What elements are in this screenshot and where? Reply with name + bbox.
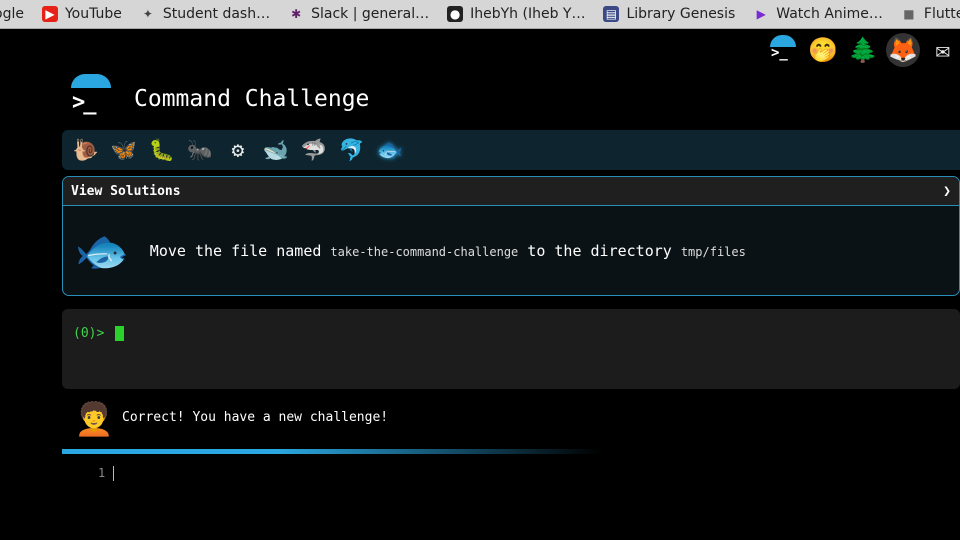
bookmark-label: Library Genesis bbox=[626, 6, 736, 22]
terminal-prompt: (0)> bbox=[73, 326, 105, 341]
bookmark-label: ogle bbox=[0, 6, 24, 22]
bookmark-label: IhebYh (Iheb Y… bbox=[470, 6, 586, 22]
bookmarks-bar: ogle ▶ YouTube ✦ Student dash… ✱ Slack |… bbox=[0, 0, 960, 29]
terminal[interactable]: (0)> bbox=[62, 309, 960, 389]
bookmark-label: Slack | general… bbox=[311, 6, 430, 22]
bookmark-label: YouTube bbox=[64, 6, 122, 22]
page-title: Command Challenge bbox=[134, 86, 370, 112]
bookmark-flutter[interactable]: ■ Flutter bbox=[901, 6, 960, 22]
feedback-message: Correct! You have a new challenge! bbox=[122, 410, 389, 425]
editor-caret[interactable] bbox=[113, 466, 114, 481]
line-number: 1 bbox=[98, 466, 106, 480]
ant-icon[interactable]: 🐜 bbox=[184, 134, 216, 166]
fish-icon[interactable]: 🐟 bbox=[374, 134, 406, 166]
envelope-icon[interactable]: ✉ bbox=[926, 33, 960, 67]
slack-icon: ✱ bbox=[291, 7, 302, 21]
challenge-card: View Solutions ❯ 🐟 Move the file named t… bbox=[62, 176, 960, 296]
bookmark-label: Flutter bbox=[923, 6, 960, 22]
view-solutions-toggle[interactable]: View Solutions ❯ bbox=[63, 177, 959, 206]
bookmark-library-genesis[interactable]: ▤ Library Genesis bbox=[603, 6, 735, 22]
logo-icon[interactable]: >_ bbox=[766, 33, 800, 67]
umbrella-icon bbox=[71, 74, 111, 88]
play-icon: ▶ bbox=[756, 7, 766, 21]
fish-icon: 🐟 bbox=[75, 226, 130, 277]
student-icon: ✦ bbox=[142, 7, 153, 21]
top-nav-icons: >_ 🤭 🌲 🦊 ✉ bbox=[760, 32, 960, 68]
site-logo[interactable]: >_ bbox=[68, 74, 114, 120]
folder-icon: ■ bbox=[903, 7, 915, 21]
progress-bar bbox=[62, 449, 602, 454]
challenge-instruction: Move the file named take-the-command-cha… bbox=[150, 242, 746, 260]
bookmark-google[interactable]: ogle bbox=[0, 6, 24, 22]
directory-name: tmp/files bbox=[680, 245, 746, 259]
file-name: take-the-command-challenge bbox=[330, 245, 519, 259]
bookmark-student-dash[interactable]: ✦ Student dash… bbox=[140, 6, 270, 22]
youtube-icon: ▶ bbox=[41, 6, 58, 22]
prompt-glyph: >_ bbox=[72, 90, 96, 115]
circle-icon[interactable]: ⚙ bbox=[222, 134, 254, 166]
hand-over-mouth-icon[interactable]: 🤭 bbox=[806, 33, 840, 67]
dolphin-icon[interactable]: 🐬 bbox=[336, 134, 368, 166]
terminal-cursor bbox=[115, 326, 124, 341]
view-solutions-label: View Solutions bbox=[71, 183, 181, 199]
tree-icon[interactable]: 🌲 bbox=[846, 33, 880, 67]
bookmark-github[interactable]: ● IhebYh (Iheb Y… bbox=[447, 6, 585, 22]
snail-icon[interactable]: 🐌 bbox=[70, 134, 102, 166]
instruction-text: to the directory bbox=[518, 242, 681, 260]
butterfly-icon[interactable]: 🦋 bbox=[108, 134, 140, 166]
gitlab-fox-icon[interactable]: 🦊 bbox=[886, 33, 920, 67]
library-icon: ▤ bbox=[603, 6, 620, 22]
level-bar: 🐌 🦋 🐛 🐜 ⚙ 🐋 🦈 🐬 🐟 bbox=[62, 130, 960, 170]
instruction-text: Move the file named bbox=[149, 242, 331, 260]
shark-icon[interactable]: 🦈 bbox=[298, 134, 330, 166]
whale-icon[interactable]: 🐋 bbox=[260, 134, 292, 166]
avatar: 🧑‍🦱 bbox=[74, 400, 114, 438]
bookmark-youtube[interactable]: ▶ YouTube bbox=[41, 6, 122, 22]
bookmark-label: Watch Anime… bbox=[776, 6, 883, 22]
caterpillar-icon[interactable]: 🐛 bbox=[146, 134, 178, 166]
bookmark-watch-anime[interactable]: ▶ Watch Anime… bbox=[753, 6, 883, 22]
challenge-body: 🐟 Move the file named take-the-command-c… bbox=[63, 206, 959, 295]
github-icon: ● bbox=[447, 6, 464, 22]
bookmark-slack[interactable]: ✱ Slack | general… bbox=[288, 6, 429, 22]
bookmark-label: Student dash… bbox=[162, 6, 271, 22]
chevron-right-icon: ❯ bbox=[943, 183, 951, 199]
